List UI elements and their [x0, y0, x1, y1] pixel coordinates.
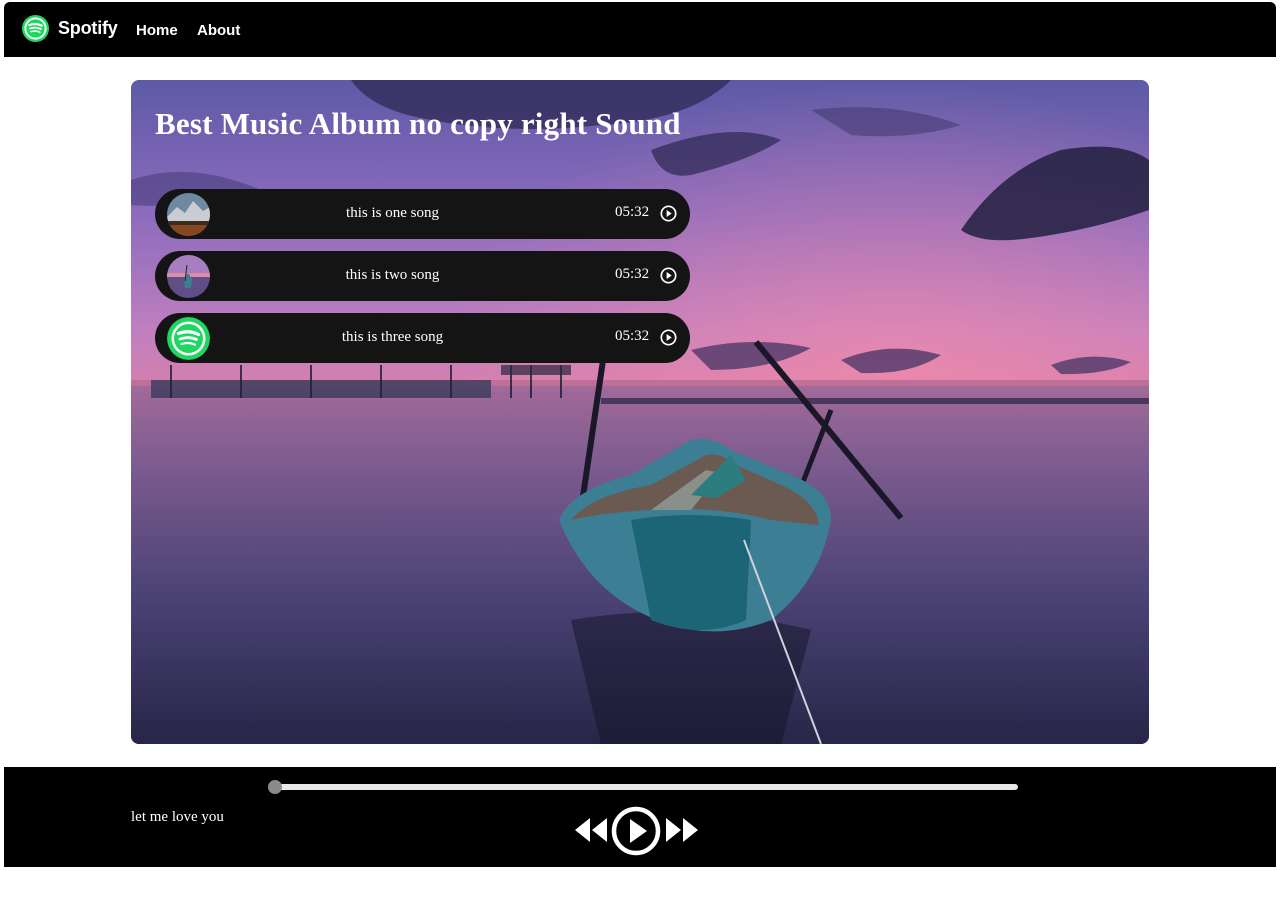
spotify-logo-icon[interactable] [21, 14, 50, 43]
navbar: Spotify Home About [4, 2, 1276, 57]
album-background-image [131, 80, 1149, 744]
spotify-logo-icon [167, 317, 210, 360]
song-item[interactable]: this is one song 05:32 [155, 189, 690, 239]
song-duration: 05:32 [615, 204, 650, 220]
play-circle-icon[interactable] [660, 329, 677, 346]
song-duration: 05:32 [615, 328, 650, 344]
play-circle-icon[interactable] [660, 267, 677, 284]
song-thumbnail [167, 317, 210, 360]
nav-link-about[interactable]: About [197, 22, 240, 39]
app-window: Spotify Home About Best Music Album no c… [4, 2, 1276, 917]
song-title: this is three song [341, 329, 444, 345]
brand-name[interactable]: Spotify [58, 18, 118, 39]
play-circle-icon[interactable] [611, 806, 661, 856]
song-item[interactable]: this is two song 05:32 [155, 251, 690, 301]
song-thumbnail [167, 255, 210, 298]
progress-thumb[interactable] [268, 780, 282, 794]
song-duration: 05:32 [615, 266, 650, 282]
album-title: Best Music Album no copy right Sound [155, 106, 681, 141]
now-playing-title: let me love you [131, 809, 224, 825]
song-title: this is one song [346, 205, 439, 221]
song-item[interactable]: this is three song 05:32 [155, 313, 690, 363]
forward-icon[interactable] [665, 815, 699, 845]
song-thumbnail [167, 193, 210, 236]
play-circle-icon[interactable] [660, 205, 677, 222]
song-title: this is two song [345, 267, 440, 283]
nav-link-home[interactable]: Home [136, 22, 178, 39]
progress-slider[interactable] [268, 780, 1018, 794]
album-hero: Best Music Album no copy right Sound thi… [131, 80, 1149, 744]
backward-icon[interactable] [574, 815, 608, 845]
player-bar: let me love you [4, 767, 1276, 867]
